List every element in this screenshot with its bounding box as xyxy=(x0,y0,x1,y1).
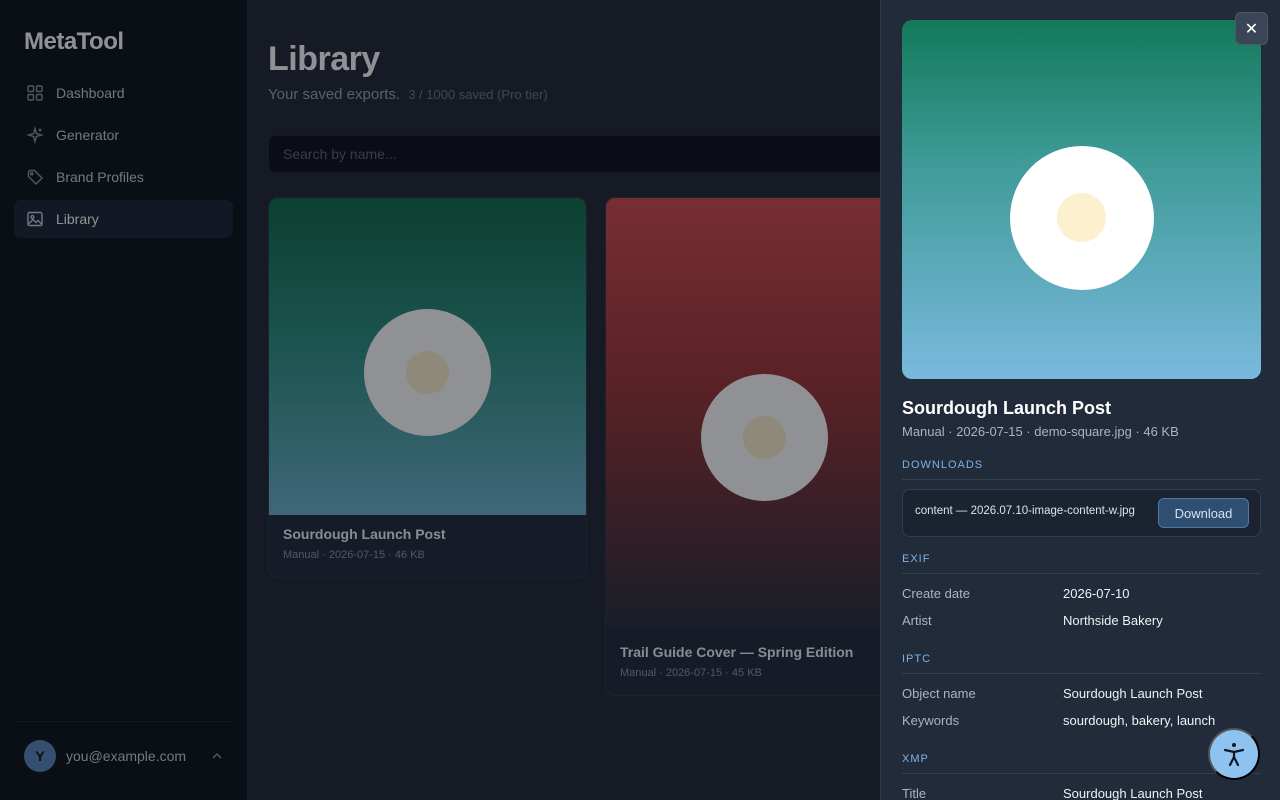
download-filename: content — 2026.07.10-image-content-w.jpg xyxy=(915,505,1135,517)
downloads-heading: DOWNLOADS xyxy=(902,459,1261,480)
preview-image xyxy=(902,20,1261,379)
field-key: Title xyxy=(902,786,927,800)
close-button[interactable]: ✕ xyxy=(1235,12,1268,45)
download-button[interactable]: Download xyxy=(1158,498,1249,528)
drawer-title: Sourdough Launch Post xyxy=(902,398,1111,418)
field-value: 2026-07-10 xyxy=(1063,586,1130,601)
detail-drawer: ✕ Sourdough Launch Post Manual · 2026-07… xyxy=(880,0,1280,800)
field-value: Northside Bakery xyxy=(1063,613,1163,628)
accessibility-icon xyxy=(1223,743,1245,767)
field-value: sourdough, bakery, launch xyxy=(1063,713,1216,728)
field-key: Keywords xyxy=(902,713,960,728)
iptc-heading: IPTC xyxy=(902,653,1261,674)
preview-yolk xyxy=(1057,193,1106,242)
field-value: Sourdough Launch Post xyxy=(1063,786,1203,800)
exif-heading: EXIF xyxy=(902,553,1261,574)
drawer-meta: Manual · 2026-07-15 · demo-square.jpg · … xyxy=(902,424,1179,439)
download-item: content — 2026.07.10-image-content-w.jpg… xyxy=(902,489,1261,537)
field-key: Object name xyxy=(902,686,976,701)
field-value: Sourdough Launch Post xyxy=(1063,686,1203,701)
field-key: Artist xyxy=(902,613,932,628)
modal-backdrop[interactable] xyxy=(0,0,880,800)
accessibility-button[interactable] xyxy=(1208,728,1260,780)
field-key: Create date xyxy=(902,586,970,601)
